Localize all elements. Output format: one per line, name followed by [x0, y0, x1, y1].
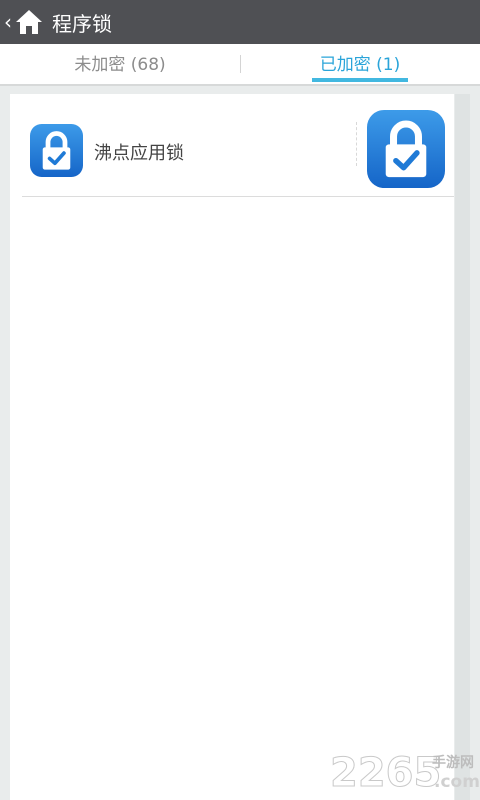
app-name: 沸点应用锁	[94, 143, 184, 164]
list-item[interactable]: 沸点应用锁	[22, 108, 454, 197]
active-tab-indicator	[312, 78, 408, 82]
svg-text:2265: 2265	[330, 750, 441, 792]
back-home-button[interactable]: ‹	[0, 0, 44, 44]
svg-text:.com: .com	[434, 772, 480, 792]
svg-text:手游网: 手游网	[432, 754, 474, 771]
chevron-left-icon: ‹	[4, 10, 12, 34]
row-divider	[356, 122, 357, 166]
watermark-logo: 2265 手游网 .com	[330, 750, 480, 793]
title-bar: ‹ 程序锁	[0, 0, 480, 44]
tab-bar: 未加密 (68) 已加密 (1)	[0, 44, 480, 86]
padlock-check-icon	[30, 124, 83, 177]
page-title: 程序锁	[52, 11, 112, 36]
tab-unencrypted[interactable]: 未加密 (68)	[0, 44, 240, 84]
home-icon	[16, 10, 42, 34]
scrollbar-track[interactable]	[455, 94, 470, 800]
app-list: 沸点应用锁	[10, 94, 454, 800]
lock-toggle-icon[interactable]	[367, 110, 445, 188]
